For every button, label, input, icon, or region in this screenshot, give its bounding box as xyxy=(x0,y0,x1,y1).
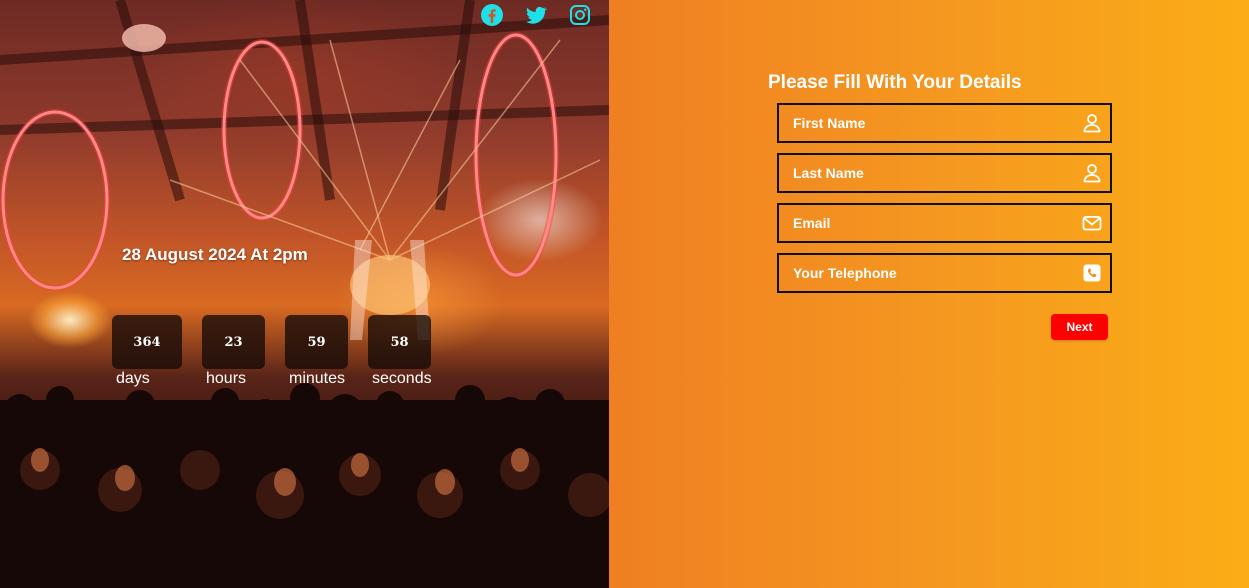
facebook-icon xyxy=(481,4,503,26)
countdown-hours: 23 hours xyxy=(202,315,265,387)
telephone-field xyxy=(777,253,1112,293)
countdown-hours-label: hours xyxy=(206,370,247,387)
event-date: 28 August 2024 At 2pm xyxy=(122,245,308,264)
countdown-days: 364 days xyxy=(112,315,182,387)
countdown-hours-value: 23 xyxy=(202,315,265,369)
facebook-link[interactable] xyxy=(480,3,504,27)
phone-icon xyxy=(1083,264,1101,282)
countdown-seconds-value: 58 xyxy=(368,315,431,369)
crowd-scene-illustration xyxy=(0,0,609,588)
page: 28 August 2024 At 2pm 364 days 23 hours … xyxy=(0,0,1249,588)
instagram-icon xyxy=(570,5,590,25)
event-hero-image: 28 August 2024 At 2pm 364 days 23 hours … xyxy=(0,0,609,588)
last-name-input[interactable] xyxy=(779,155,1083,191)
countdown-minutes-value: 59 xyxy=(285,315,348,369)
countdown-seconds-label: seconds xyxy=(372,370,432,387)
countdown-minutes: 59 minutes xyxy=(285,315,348,387)
first-name-input[interactable] xyxy=(779,105,1083,141)
envelope-icon xyxy=(1082,216,1102,231)
countdown-days-label: days xyxy=(116,370,150,387)
telephone-input[interactable] xyxy=(779,255,1083,291)
countdown-minutes-label: minutes xyxy=(289,370,346,387)
countdown-days-value: 364 xyxy=(112,315,182,369)
twitter-link[interactable] xyxy=(524,3,548,27)
user-icon xyxy=(1083,114,1101,133)
next-button[interactable]: Next xyxy=(1051,314,1108,340)
user-icon xyxy=(1083,164,1101,183)
countdown-seconds: 58 seconds xyxy=(368,315,432,387)
social-links xyxy=(480,3,592,27)
countdown-timer: 364 days 23 hours 59 minutes 58 seconds xyxy=(112,315,452,395)
registration-form-panel: Please Fill With Your Details First Name… xyxy=(609,0,1249,588)
instagram-link[interactable] xyxy=(568,3,592,27)
email-field xyxy=(777,203,1112,243)
twitter-icon xyxy=(526,6,547,24)
form-title: Please Fill With Your Details xyxy=(768,72,1022,93)
first-name-field xyxy=(777,103,1112,143)
email-input[interactable] xyxy=(779,205,1083,241)
last-name-field xyxy=(777,153,1112,193)
